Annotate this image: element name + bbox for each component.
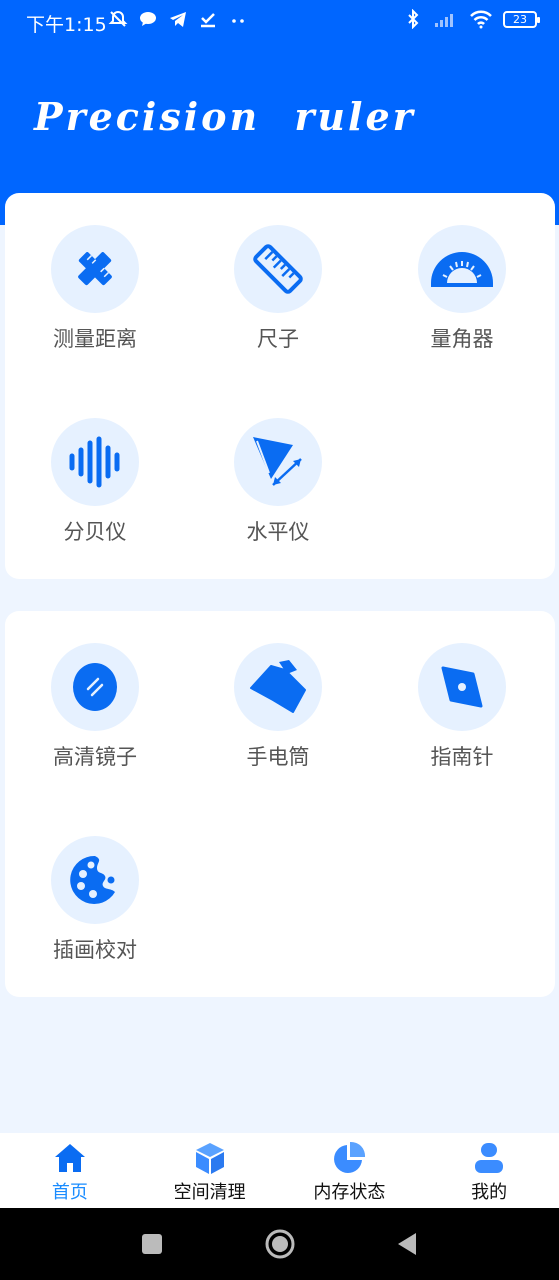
tool-label: 水平仪 — [246, 520, 310, 544]
tool-icon-bg — [51, 643, 139, 731]
wifi-icon — [470, 10, 492, 29]
primary-tools-card: 测量距离 尺子 量角器 分贝仪 水平仪 — [5, 193, 555, 579]
tool-ruler[interactable]: 尺子 — [203, 225, 353, 375]
more-dots-icon — [232, 19, 244, 23]
user-icon — [475, 1143, 504, 1173]
tool-icon-bg — [234, 418, 322, 506]
secondary-tools-card: 高清镜子 手电筒 指南针 插画校对 — [5, 611, 555, 997]
tool-icon-bg — [234, 643, 322, 731]
mute-bell-icon — [108, 10, 128, 27]
tool-label: 插画校对 — [53, 938, 137, 962]
nav-space-cleanup[interactable]: 空间清理 — [140, 1133, 280, 1208]
tool-protractor[interactable]: 量角器 — [387, 225, 537, 375]
tool-label: 量角器 — [430, 327, 494, 351]
compass-icon — [441, 666, 483, 708]
tool-decibel-meter[interactable]: 分贝仪 — [20, 418, 170, 568]
protractor-icon — [431, 252, 493, 287]
level-icon — [253, 437, 302, 486]
app-title: Precision ruler — [34, 94, 416, 139]
tool-icon-bg — [51, 836, 139, 924]
signal-icon — [435, 14, 453, 27]
ruler-cross-icon — [78, 252, 112, 286]
tool-hd-mirror[interactable]: 高清镜子 — [20, 643, 170, 793]
recent-apps-icon[interactable] — [138, 1230, 166, 1258]
status-bar: 下午1:15 23 — [0, 0, 559, 42]
pie-chart-icon — [334, 1141, 366, 1173]
nav-memory-status[interactable]: 内存状态 — [280, 1133, 420, 1208]
status-time: 下午1:15 — [26, 14, 107, 36]
battery-indicator: 23 — [503, 10, 540, 28]
palette-icon — [70, 855, 115, 904]
download-done-icon — [201, 13, 215, 28]
nav-label: 首页 — [51, 1182, 88, 1203]
tool-label: 分贝仪 — [63, 520, 127, 544]
tool-icon-bg — [418, 643, 506, 731]
tool-flashlight[interactable]: 手电筒 — [203, 643, 353, 793]
system-navigation-bar — [0, 1208, 559, 1280]
tool-label: 测量距离 — [53, 327, 137, 351]
notification-icons — [108, 9, 248, 29]
tool-compass[interactable]: 指南针 — [387, 643, 537, 793]
app-header: 下午1:15 23 Precision ruler — [0, 0, 559, 225]
tool-label: 指南针 — [430, 745, 494, 769]
telegram-icon — [170, 12, 186, 27]
home-icon — [54, 1144, 85, 1172]
back-icon[interactable] — [394, 1230, 422, 1258]
system-status-icons: 23 — [403, 9, 540, 29]
bluetooth-icon — [408, 9, 419, 29]
chat-bubble-icon — [140, 12, 156, 26]
tool-icon-bg — [418, 225, 506, 313]
nav-label: 内存状态 — [313, 1182, 386, 1203]
tool-icon-bg — [234, 225, 322, 313]
nav-label: 空间清理 — [173, 1182, 246, 1203]
nav-label: 我的 — [471, 1182, 508, 1203]
bottom-navigation: 首页 空间清理 内存状态 我的 — [0, 1133, 559, 1208]
tool-icon-bg — [51, 418, 139, 506]
tool-measure-distance[interactable]: 测量距离 — [20, 225, 170, 375]
nav-mine[interactable]: 我的 — [419, 1133, 559, 1208]
ruler-icon — [253, 244, 303, 294]
nav-home[interactable]: 首页 — [0, 1133, 140, 1208]
mirror-icon — [73, 663, 117, 711]
sound-wave-icon — [69, 436, 120, 488]
tool-label: 尺子 — [257, 327, 299, 351]
flashlight-icon — [250, 660, 306, 713]
home-button-icon[interactable] — [264, 1228, 296, 1260]
tool-icon-bg — [51, 225, 139, 313]
cube-icon — [195, 1143, 224, 1174]
tool-illustration-proofread[interactable]: 插画校对 — [20, 836, 170, 986]
tool-label: 高清镜子 — [53, 745, 137, 769]
tool-level[interactable]: 水平仪 — [203, 418, 353, 568]
tool-label: 手电筒 — [246, 745, 310, 769]
